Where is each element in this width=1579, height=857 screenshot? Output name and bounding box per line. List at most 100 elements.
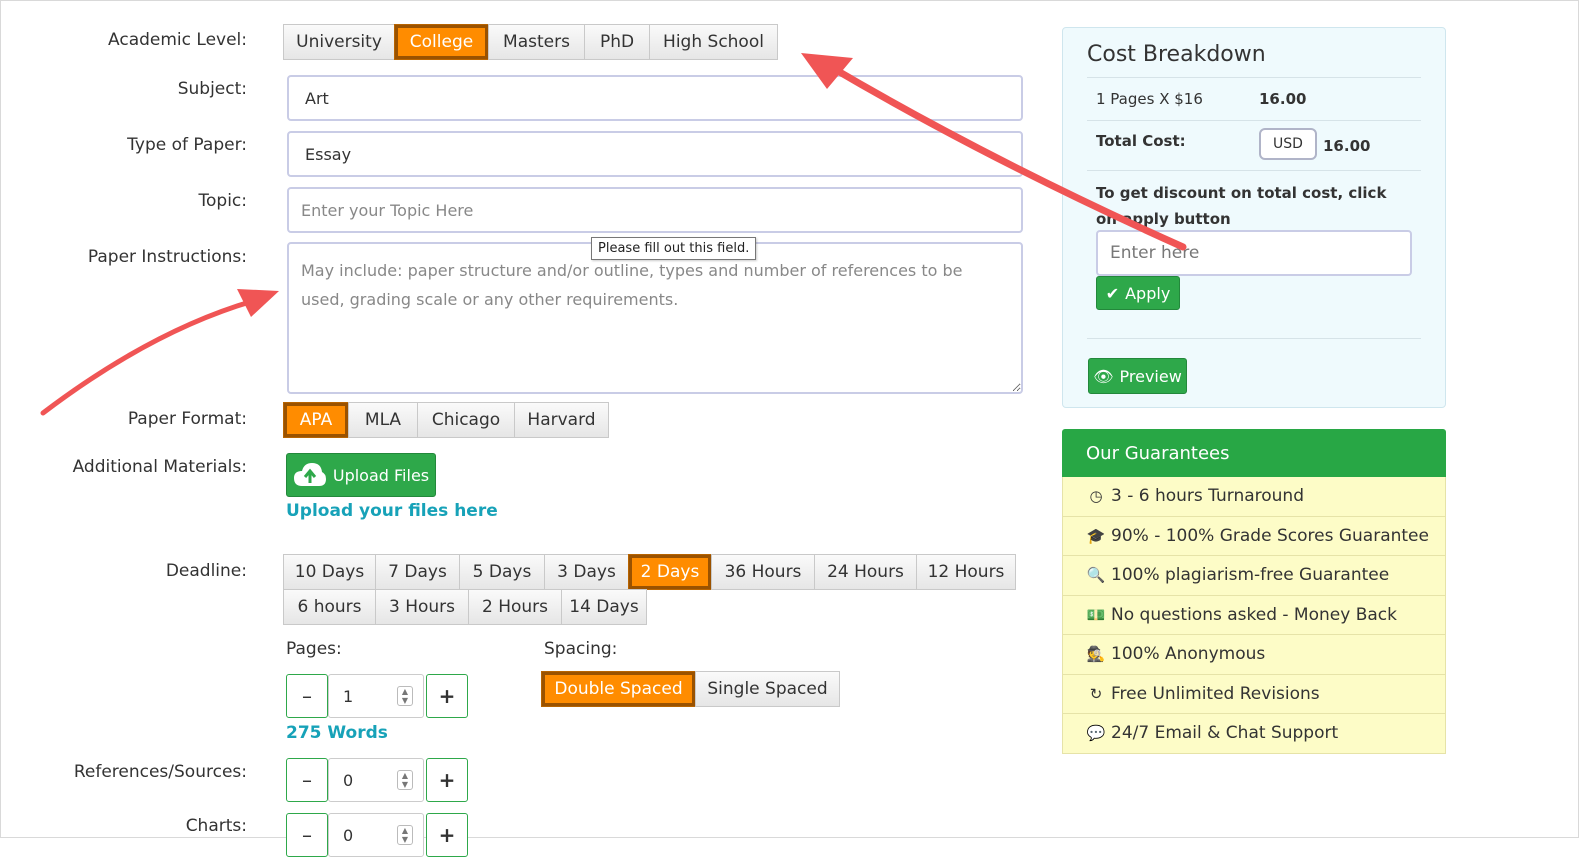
total-cost-label: Total Cost: [1096, 132, 1186, 150]
total-cost-value: 16.00 [1323, 137, 1371, 155]
guarantee-text: 24/7 Email & Chat Support [1111, 723, 1339, 744]
guarantee-text: Free Unlimited Revisions [1111, 683, 1320, 704]
paper-type-select[interactable]: Essay [287, 131, 1023, 177]
pages-minus-button[interactable]: – [286, 674, 328, 718]
cost-breakdown-title: Cost Breakdown [1087, 42, 1266, 67]
spinner-icon[interactable]: ▲ ▼ [397, 825, 413, 845]
spacing-label: Spacing: [544, 639, 618, 659]
paper-format-group: APA MLA Chicago Harvard [283, 402, 609, 438]
references-value: 0 [343, 770, 354, 790]
instructions-label: Paper Instructions: [87, 247, 247, 267]
upload-files-link[interactable]: Upload your files here [286, 501, 498, 521]
subject-select[interactable]: Art [287, 75, 1023, 121]
pages-input[interactable]: 1 ▲ ▼ [328, 674, 424, 718]
deadline-label: Deadline: [165, 561, 247, 581]
deadline-14-days[interactable]: 14 Days [561, 589, 647, 625]
spacing-single[interactable]: Single Spaced [695, 671, 840, 707]
guarantee-item: 🎓 90% - 100% Grade Scores Guarantee [1062, 516, 1446, 556]
user-secret-icon: 🕵 [1086, 645, 1106, 664]
discount-input[interactable]: Enter here [1096, 230, 1412, 276]
charts-minus-button[interactable]: – [286, 813, 328, 857]
deadline-7-days[interactable]: 7 Days [375, 554, 460, 590]
divider [1087, 77, 1421, 78]
refresh-icon: ↻ [1089, 684, 1103, 703]
pages-plus-button[interactable]: + [426, 674, 468, 718]
level-high-school[interactable]: High School [649, 24, 778, 60]
search-icon: 🔍 [1086, 566, 1106, 585]
guarantee-text: 100% Anonymous [1111, 644, 1266, 665]
divider [1087, 338, 1421, 339]
deadline-10-days[interactable]: 10 Days [283, 554, 376, 590]
paper-format-label: Paper Format: [127, 409, 247, 429]
cost-line-label: 1 Pages X $16 [1096, 90, 1203, 108]
guarantee-item: 🕵 100% Anonymous [1062, 635, 1446, 675]
spacing-double[interactable]: Double Spaced [541, 671, 696, 707]
format-chicago[interactable]: Chicago [417, 402, 515, 438]
topic-label: Topic: [198, 191, 248, 211]
eye-icon: 👁 [1093, 366, 1114, 386]
arrow-to-instructions [40, 298, 256, 416]
money-icon: 💵 [1086, 605, 1106, 624]
additional-materials-label: Additional Materials: [72, 457, 247, 477]
words-count: 275 Words [286, 723, 388, 743]
apply-label: Apply [1125, 283, 1171, 303]
divider [1087, 120, 1421, 121]
charts-value: 0 [343, 825, 354, 845]
charts-plus-button[interactable]: + [426, 813, 468, 857]
guarantees-title: Our Guarantees [1062, 429, 1446, 477]
level-phd[interactable]: PhD [584, 24, 650, 60]
references-label: References/Sources: [73, 762, 247, 782]
guarantee-text: 90% - 100% Grade Scores Guarantee [1111, 525, 1429, 546]
clock-icon: ◷ [1089, 487, 1103, 506]
level-masters[interactable]: Masters [488, 24, 585, 60]
spacing-group: Double Spaced Single Spaced [541, 671, 840, 707]
level-college[interactable]: College [394, 24, 489, 60]
deadline-12-hours[interactable]: 12 Hours [916, 554, 1016, 590]
spinner-icon[interactable]: ▲ ▼ [397, 686, 413, 706]
guarantee-item: 💬 24/7 Email & Chat Support [1062, 714, 1446, 754]
academic-level-label: Academic Level: [108, 30, 247, 50]
format-apa[interactable]: APA [283, 402, 349, 438]
currency-select[interactable]: USD [1259, 128, 1317, 160]
spinner-icon[interactable]: ▲ ▼ [397, 770, 413, 790]
format-harvard[interactable]: Harvard [514, 402, 609, 438]
deadline-5-days[interactable]: 5 Days [459, 554, 545, 590]
apply-button[interactable]: ✔ Apply [1096, 276, 1180, 310]
guarantee-text: 3 - 6 hours Turnaround [1111, 486, 1304, 507]
deadline-24-hours[interactable]: 24 Hours [814, 554, 917, 590]
references-minus-button[interactable]: – [286, 758, 328, 802]
topic-input[interactable]: Enter your Topic Here [287, 187, 1023, 233]
deadline-36-hours[interactable]: 36 Hours [711, 554, 815, 590]
upload-files-label: Upload Files [332, 465, 430, 485]
paper-type-label: Type of Paper: [127, 135, 247, 155]
guarantee-item: 💵 No questions asked - Money Back [1062, 595, 1446, 635]
academic-level-group: University College Masters PhD High Scho… [283, 24, 778, 60]
cost-breakdown-panel: Cost Breakdown 1 Pages X $16 16.00 Total… [1062, 27, 1446, 408]
charts-label: Charts: [185, 816, 247, 836]
preview-button[interactable]: 👁 Preview [1088, 358, 1187, 394]
validation-tooltip: Please fill out this field. [591, 237, 757, 260]
level-university[interactable]: University [283, 24, 395, 60]
comments-icon: 💬 [1086, 724, 1106, 743]
deadline-2-days[interactable]: 2 Days [628, 554, 712, 590]
deadline-3-hours[interactable]: 3 Hours [375, 589, 469, 625]
graduation-cap-icon: 🎓 [1086, 526, 1106, 545]
instructions-textarea[interactable] [287, 242, 1023, 394]
pages-label: Pages: [286, 639, 342, 659]
guarantee-text: 100% plagiarism-free Guarantee [1111, 565, 1390, 586]
discount-text: To get discount on total cost, click on … [1096, 184, 1387, 228]
guarantees-panel: Our Guarantees ◷ 3 - 6 hours Turnaround 🎓… [1062, 429, 1446, 754]
references-input[interactable]: 0 ▲ ▼ [328, 758, 424, 802]
pages-value: 1 [343, 686, 354, 706]
guarantee-item: ◷ 3 - 6 hours Turnaround [1062, 477, 1446, 517]
preview-label: Preview [1119, 366, 1182, 386]
deadline-3-days[interactable]: 3 Days [544, 554, 629, 590]
deadline-2-hours[interactable]: 2 Hours [468, 589, 562, 625]
cloud-upload-icon [293, 463, 326, 486]
arrow-head-instructions [237, 289, 279, 317]
format-mla[interactable]: MLA [348, 402, 418, 438]
upload-files-button[interactable]: Upload Files [286, 453, 436, 497]
charts-input[interactable]: 0 ▲ ▼ [328, 813, 424, 857]
deadline-6-hours[interactable]: 6 hours [283, 589, 376, 625]
references-plus-button[interactable]: + [426, 758, 468, 802]
